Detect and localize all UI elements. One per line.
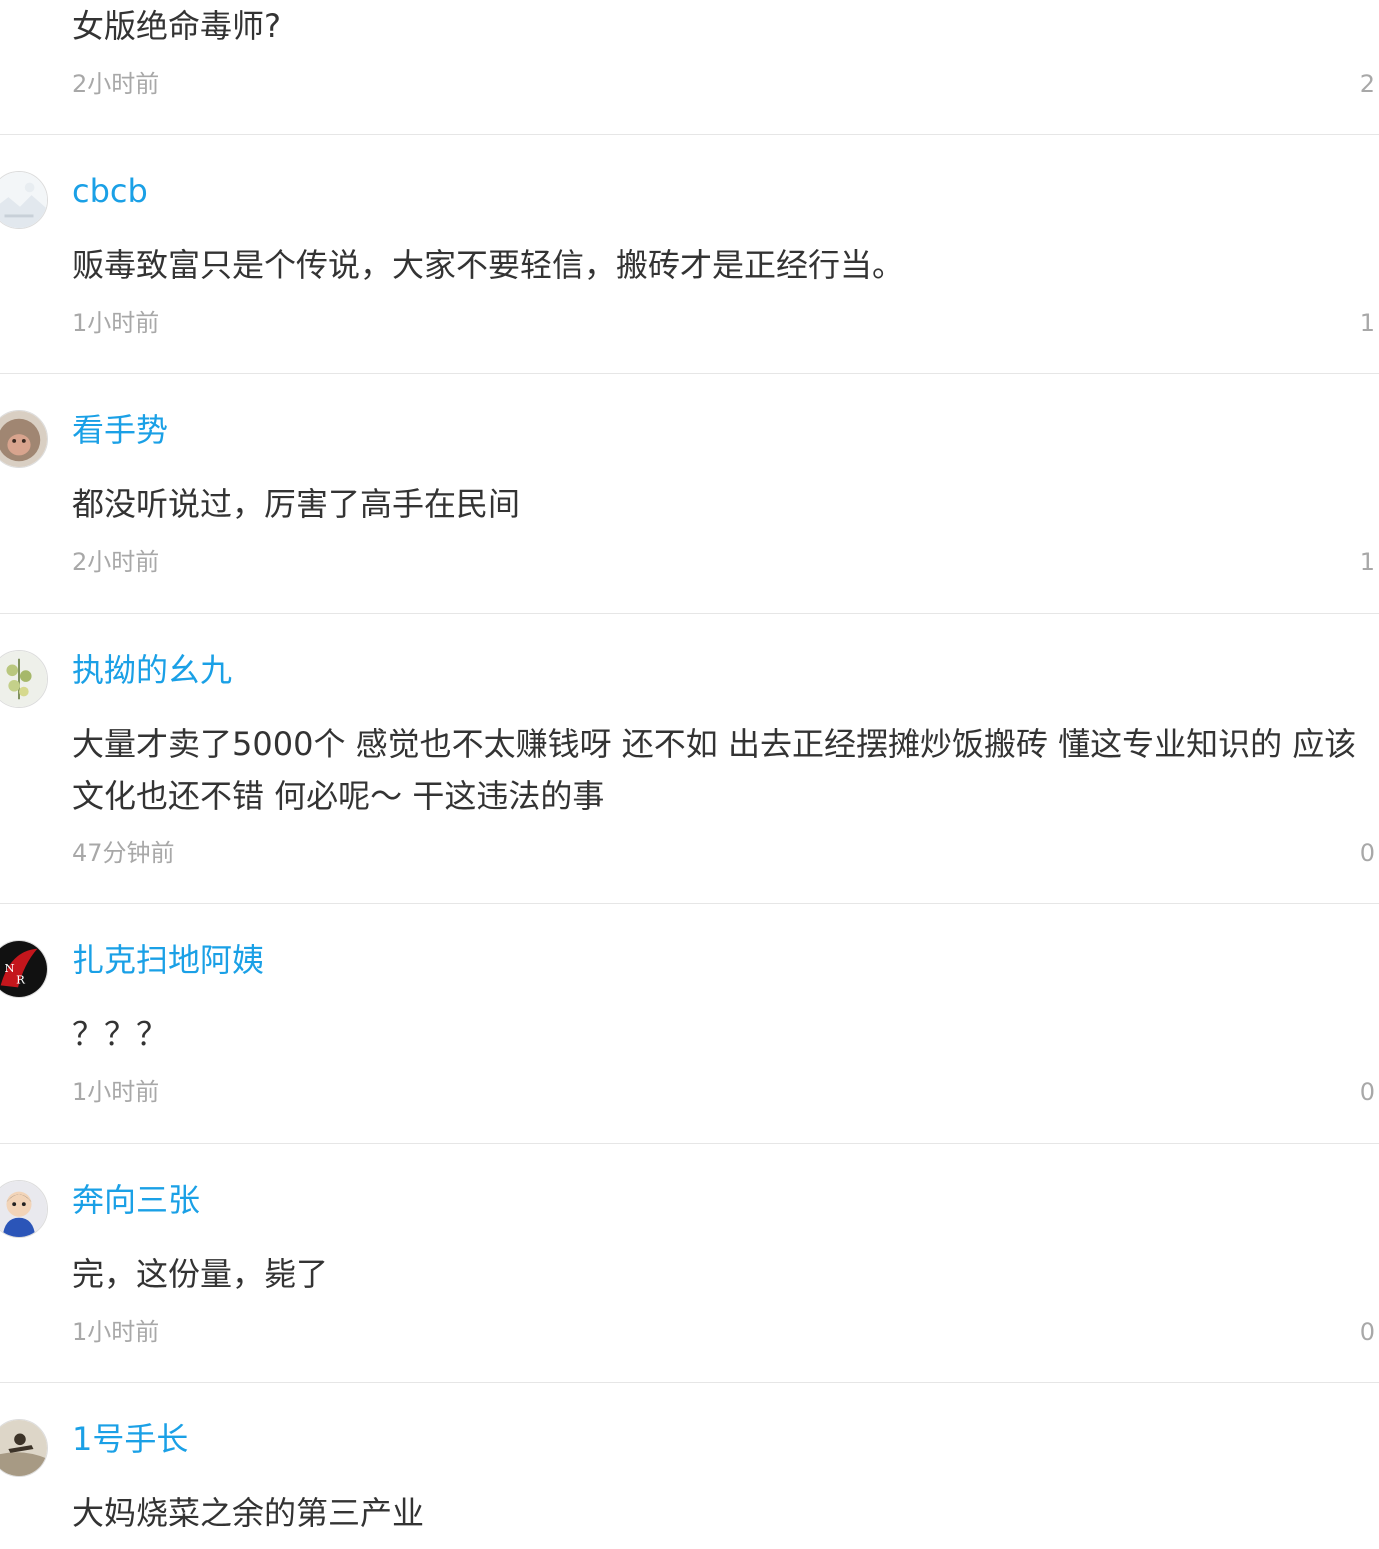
comment-time: 2小时前 (72, 70, 160, 98)
comment-content: 女版绝命毒师? (72, 7, 281, 45)
like-count[interactable]: 1 (1360, 305, 1375, 341)
avatar[interactable]: N R (0, 940, 48, 998)
comment-item: cbcb 贩毒致富只是个传说，大家不要轻信，搬砖才是正经行当。 1小时前 1 (0, 135, 1379, 374)
svg-text:N: N (5, 961, 15, 975)
username[interactable]: 执拗的幺九 (72, 648, 232, 692)
like-count[interactable]: 0 (1360, 1314, 1375, 1350)
avatar[interactable] (0, 1419, 48, 1477)
comment-content: 都没听说过，厉害了高手在民间 (72, 485, 521, 523)
monkey-avatar-icon (0, 411, 47, 467)
comment-item: 执拗的幺九 大量才卖了5000个 感觉也不太赚钱呀 还不如 出去正经摆摊炒饭搬砖… (0, 614, 1379, 904)
comment-meta: 2小时前 2 (72, 66, 1379, 102)
comment-time: 1小时前 (72, 309, 160, 337)
comment-item: 1号手长 大妈烧菜之余的第三产业 (0, 1383, 1379, 1549)
comment-meta: 1小时前 0 (72, 1314, 1379, 1350)
comment-item: N R 扎克扫地阿姨 ？？？ 1小时前 0 (0, 904, 1379, 1144)
comment-time: 47分钟前 (72, 839, 175, 867)
comment-time: 1小时前 (72, 1078, 160, 1106)
comment-item: 女版绝命毒师? 2小时前 2 (0, 0, 1379, 135)
comment-content: 完，这份量，毙了 (72, 1255, 329, 1293)
cartoon-avatar-icon (0, 1181, 47, 1237)
comment-meta: 47分钟前 0 (72, 835, 1379, 871)
like-count[interactable]: 0 (1360, 1074, 1375, 1110)
avatar[interactable] (0, 650, 48, 708)
comment-item: 奔向三张 完，这份量，毙了 1小时前 0 (0, 1144, 1379, 1383)
landscape-avatar-icon (0, 172, 47, 228)
comment-content: ？？？ (72, 1015, 169, 1053)
comment-content: 大妈烧菜之余的第三产业 (72, 1494, 425, 1532)
username[interactable]: cbcb (72, 169, 148, 213)
username[interactable]: 扎克扫地阿姨 (72, 938, 264, 982)
comment-meta: 1小时前 1 (72, 305, 1379, 341)
comment-time: 2小时前 (72, 548, 160, 576)
comment-time: 1小时前 (72, 1318, 160, 1346)
username[interactable]: 1号手长 (72, 1417, 188, 1461)
comment-meta: 1小时前 0 (72, 1074, 1379, 1110)
comment-content: 大量才卖了5000个 感觉也不太赚钱呀 还不如 出去正经摆摊炒饭搬砖 懂这专业知… (72, 725, 1357, 815)
figure-avatar-icon (0, 1420, 47, 1476)
like-count[interactable]: 1 (1360, 544, 1375, 580)
username[interactable]: 奔向三张 (72, 1178, 200, 1222)
nerv-logo-avatar-icon: N R (0, 941, 47, 997)
svg-text:R: R (16, 972, 25, 986)
plant-avatar-icon (0, 651, 47, 707)
avatar[interactable] (0, 171, 48, 229)
comment-item: 看手势 都没听说过，厉害了高手在民间 2小时前 1 (0, 374, 1379, 614)
comment-content: 贩毒致富只是个传说，大家不要轻信，搬砖才是正经行当。 (72, 246, 905, 284)
avatar[interactable] (0, 1180, 48, 1238)
like-count[interactable]: 2 (1360, 66, 1375, 102)
comment-meta: 2小时前 1 (72, 544, 1379, 580)
username[interactable]: 看手势 (72, 408, 168, 452)
avatar[interactable] (0, 410, 48, 468)
like-count[interactable]: 0 (1360, 835, 1375, 871)
